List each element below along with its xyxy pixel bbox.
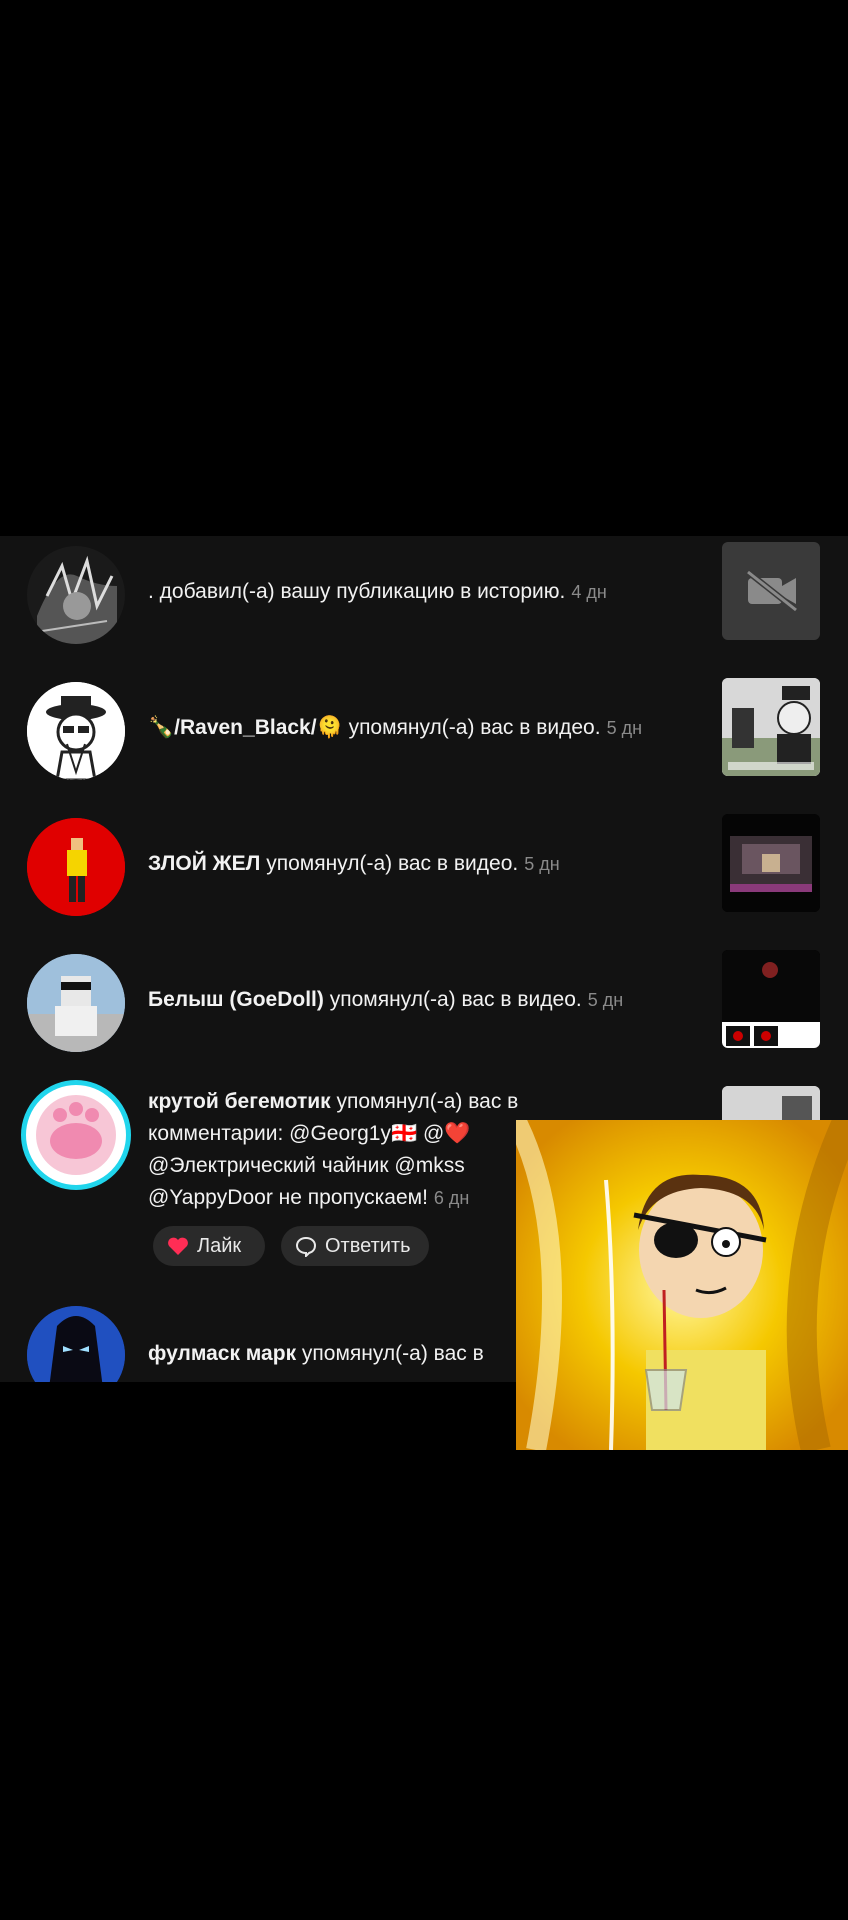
video-thumbnail[interactable] <box>722 542 820 640</box>
avatar[interactable] <box>21 1080 131 1190</box>
avatar[interactable] <box>27 1306 125 1382</box>
action-text: упомянул(-а) вас в <box>301 1342 484 1365</box>
notification-text: . добавил(-а) вашу публикацию в историю.… <box>148 576 607 608</box>
action-text: упомянул(-а) вас в видео. <box>266 852 519 875</box>
reply-button[interactable]: Ответить <box>281 1226 429 1266</box>
notification-text: крутой бегемотик упомянул(-а) вас в комм… <box>148 1086 568 1214</box>
video-thumbnail[interactable] <box>722 950 820 1048</box>
video-thumbnail[interactable] <box>722 814 820 912</box>
like-button[interactable]: Лайк <box>153 1226 265 1266</box>
notification-row[interactable]: Белыш (GoeDoll) упомянул(-а) вас в видео… <box>0 944 848 1080</box>
video-off-icon <box>746 569 798 613</box>
reply-label: Ответить <box>325 1234 411 1257</box>
video-thumbnail[interactable] <box>722 678 820 776</box>
action-text: упомянул(-а) вас в <box>336 1090 519 1113</box>
action-text: упомянул(-а) вас в видео. <box>348 716 601 739</box>
username[interactable]: фулмаск марк <box>148 1342 296 1365</box>
username[interactable]: крутой бегемотик <box>148 1090 331 1113</box>
username[interactable]: ЗЛОЙ ЖЕЛ <box>148 852 260 875</box>
like-label: Лайк <box>197 1234 242 1257</box>
username[interactable]: Белыш (GoeDoll) <box>148 988 324 1011</box>
comment-line: @YappyDoor не пропускаем! <box>148 1186 428 1209</box>
notification-text: фулмаск марк упомянул(-а) вас в <box>148 1338 484 1370</box>
timestamp: 4 дн <box>571 582 607 602</box>
notification-row[interactable]: ЗЛОЙ ЖЕЛ упомянул(-а) вас в видео. 5 дн <box>0 808 848 944</box>
avatar[interactable] <box>27 682 125 780</box>
heart-icon <box>168 1237 188 1255</box>
avatar[interactable] <box>27 546 125 644</box>
notification-text: Белыш (GoeDoll) упомянул(-а) вас в видео… <box>148 984 623 1016</box>
screen: . добавил(-а) вашу публикацию в историю.… <box>0 0 848 1920</box>
timestamp: 6 дн <box>433 1188 470 1208</box>
comment-line: комментарии: @Georg1y🇬🇪 @❤️ <box>148 1122 471 1145</box>
overlay-image <box>516 1120 848 1450</box>
action-text: . добавил(-а) вашу публикацию в историю. <box>148 580 566 603</box>
timestamp: 5 дн <box>587 990 624 1010</box>
timestamp: 5 дн <box>524 854 560 874</box>
notification-text: ЗЛОЙ ЖЕЛ упомянул(-а) вас в видео. 5 дн <box>148 848 560 880</box>
action-text: упомянул(-а) вас в видео. <box>329 988 582 1011</box>
speech-bubble-icon <box>295 1236 317 1257</box>
notification-row[interactable]: 🍾/Raven_Black/🫠 упомянул(-а) вас в видео… <box>0 672 848 808</box>
comment-line: @Электрический чайник @mkss <box>148 1154 465 1177</box>
notification-text: 🍾/Raven_Black/🫠 упомянул(-а) вас в видео… <box>148 712 642 744</box>
avatar[interactable] <box>27 818 125 916</box>
avatar[interactable] <box>27 954 125 1052</box>
timestamp: 5 дн <box>606 718 643 738</box>
notification-row[interactable]: . добавил(-а) вашу публикацию в историю.… <box>0 536 848 672</box>
username[interactable]: 🍾/Raven_Black/🫠 <box>148 716 343 739</box>
